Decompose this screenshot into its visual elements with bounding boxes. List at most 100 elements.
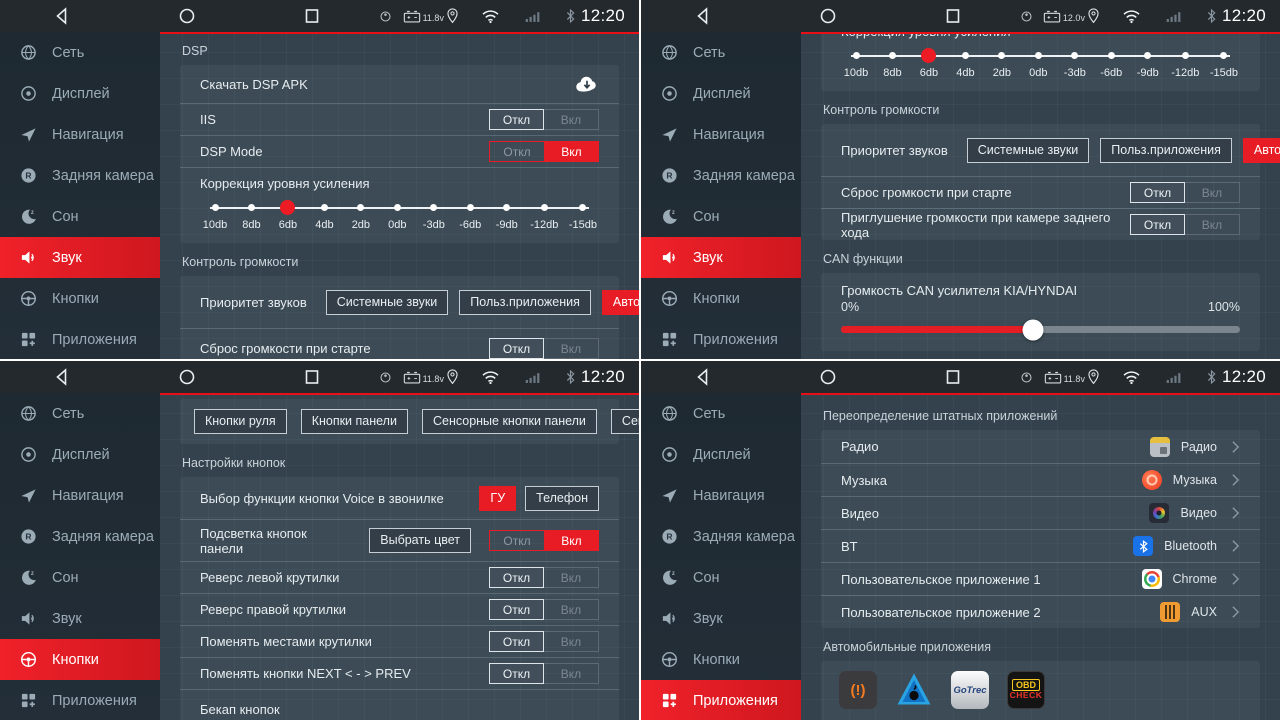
iis-toggle[interactable]: ОтклВкл bbox=[489, 109, 599, 130]
gain-slider-thumb[interactable]: 6db bbox=[916, 49, 942, 79]
sidebar-item-sound[interactable]: Звук bbox=[641, 237, 801, 278]
car-battery-icon bbox=[1044, 371, 1062, 384]
section-dsp: DSP bbox=[182, 44, 617, 58]
sidebar-item-buttons[interactable]: Кнопки bbox=[0, 278, 160, 319]
home-icon[interactable] bbox=[177, 367, 197, 387]
sidebar-item-buttons[interactable]: Кнопки bbox=[641, 639, 801, 680]
tab-steering-wheel-buttons[interactable]: Кнопки руля bbox=[194, 409, 287, 434]
tab-touch-panel-buttons[interactable]: Сенсорные кнопки панели bbox=[422, 409, 597, 434]
gain-slider[interactable]: 10db 8db 6db 4db 2db 0db -3db -6db -9db … bbox=[202, 201, 597, 231]
location-icon bbox=[446, 8, 459, 24]
sidebar-item-navigation[interactable]: Навигация bbox=[0, 114, 160, 155]
sidebar-item-sleep[interactable]: Сон bbox=[0, 557, 160, 598]
can-volume-thumb[interactable] bbox=[1022, 319, 1043, 340]
sidebar-item-apps[interactable]: Приложения bbox=[0, 319, 160, 359]
bt-app-row[interactable]: BT Bluetooth bbox=[821, 529, 1260, 562]
sidebar-item-display[interactable]: Дисплей bbox=[0, 434, 160, 475]
user-app-2-row[interactable]: Пользовательское приложение 2 AUX bbox=[821, 595, 1260, 628]
priority-system-sounds-button[interactable]: Системные звуки bbox=[326, 290, 449, 315]
dsp-mode-toggle[interactable]: ОтклВкл bbox=[489, 141, 599, 162]
download-icon[interactable] bbox=[575, 76, 599, 93]
priority-system-sounds-button[interactable]: Системные звуки bbox=[967, 138, 1090, 163]
sidebar-item-network[interactable]: Сеть bbox=[0, 393, 160, 434]
sidebar-item-buttons[interactable]: Кнопки bbox=[641, 278, 801, 319]
recents-icon[interactable] bbox=[943, 6, 963, 26]
sidebar-item-network[interactable]: Сеть bbox=[0, 32, 160, 73]
screen-buttons-settings: 11.8v 12:20 Сеть Дисплей Навигация Задня… bbox=[0, 361, 639, 720]
gotrec-app-icon[interactable]: GoTrec bbox=[951, 671, 989, 709]
sidebar-item-display[interactable]: Дисплей bbox=[641, 434, 801, 475]
music-app-row[interactable]: Музыка Музыка bbox=[821, 463, 1260, 496]
app-disc-icon[interactable] bbox=[378, 9, 393, 24]
priority-user-apps-button[interactable]: Польз.приложения bbox=[459, 290, 591, 315]
chevron-right-icon bbox=[1231, 506, 1240, 520]
sidebar-item-rear-camera[interactable]: Задняя камера bbox=[0, 155, 160, 196]
gain-slider-thumb[interactable]: 6db bbox=[275, 201, 301, 231]
mute-on-rear-camera-toggle[interactable]: ОтклВкл bbox=[1130, 214, 1240, 235]
app-disc-icon[interactable] bbox=[1019, 370, 1034, 385]
sidebar-item-sleep[interactable]: Сон bbox=[0, 196, 160, 237]
sidebar-item-apps[interactable]: Приложения bbox=[641, 319, 801, 359]
tab-panel-buttons[interactable]: Кнопки панели bbox=[301, 409, 408, 434]
display-icon bbox=[20, 85, 37, 102]
gain-slider[interactable]: 10db 8db 6db 4db 2db 0db -3db -6db -9db … bbox=[843, 49, 1238, 79]
swap-knobs-toggle[interactable]: ОтклВкл bbox=[489, 631, 599, 652]
volume-reset-toggle[interactable]: ОтклВкл bbox=[489, 338, 599, 359]
obd-check-app-icon[interactable]: OBD CHECK bbox=[1007, 671, 1045, 709]
sidebar-item-sleep[interactable]: Сон bbox=[641, 196, 801, 237]
sidebar-item-apps[interactable]: Приложения bbox=[0, 680, 160, 720]
sidebar-item-sound[interactable]: Звук bbox=[0, 237, 160, 278]
sidebar-item-rear-camera[interactable]: Задняя камера bbox=[641, 155, 801, 196]
back-icon[interactable] bbox=[693, 367, 713, 387]
back-icon[interactable] bbox=[52, 367, 72, 387]
autokit-app-icon[interactable] bbox=[895, 671, 933, 709]
sidebar-item-rear-camera[interactable]: Задняя камера bbox=[0, 516, 160, 557]
sidebar-item-buttons[interactable]: Кнопки bbox=[0, 639, 160, 680]
sidebar-item-sleep[interactable]: Сон bbox=[641, 557, 801, 598]
left-knob-reverse-toggle[interactable]: ОтклВкл bbox=[489, 567, 599, 588]
sidebar-item-navigation[interactable]: Навигация bbox=[641, 114, 801, 155]
download-dsp-row[interactable]: Скачать DSP APK bbox=[180, 65, 619, 103]
sidebar-item-apps[interactable]: Приложения bbox=[641, 680, 801, 720]
voice-phone-button[interactable]: Телефон bbox=[525, 486, 599, 511]
sidebar-item-rear-camera[interactable]: Задняя камера bbox=[641, 516, 801, 557]
apps-icon bbox=[661, 331, 678, 348]
home-icon[interactable] bbox=[818, 367, 838, 387]
sidebar-item-sound[interactable]: Звук bbox=[641, 598, 801, 639]
tpms-app-icon[interactable]: (!) bbox=[839, 671, 877, 709]
recents-icon[interactable] bbox=[302, 6, 322, 26]
buttons-backup-row[interactable]: Бекап кнопок bbox=[180, 689, 619, 720]
radio-app-row[interactable]: Радио Радио bbox=[821, 430, 1260, 463]
can-volume-slider[interactable] bbox=[841, 326, 1240, 333]
panel-backlight-toggle[interactable]: ОтклВкл bbox=[489, 530, 599, 551]
sidebar: Сеть Дисплей Навигация Задняя камера Сон… bbox=[0, 32, 160, 359]
sidebar-item-display[interactable]: Дисплей bbox=[0, 73, 160, 114]
priority-auto-mode-button[interactable]: Авторежим bbox=[602, 290, 639, 315]
voice-head-unit-button[interactable]: ГУ bbox=[479, 486, 516, 511]
back-icon[interactable] bbox=[693, 6, 713, 26]
back-icon[interactable] bbox=[52, 6, 72, 26]
recents-icon[interactable] bbox=[302, 367, 322, 387]
tab-tv-sensor[interactable]: Сенсор ТВ (IO) bbox=[611, 409, 639, 434]
priority-auto-mode-button[interactable]: Авторежим bbox=[1243, 138, 1280, 163]
choose-color-button[interactable]: Выбрать цвет bbox=[369, 528, 471, 553]
section-button-settings: Настройки кнопок bbox=[182, 456, 617, 470]
sidebar-item-display[interactable]: Дисплей bbox=[641, 73, 801, 114]
app-disc-icon[interactable] bbox=[1019, 9, 1034, 24]
sidebar-item-network[interactable]: Сеть bbox=[641, 393, 801, 434]
home-icon[interactable] bbox=[177, 6, 197, 26]
sidebar-item-network[interactable]: Сеть bbox=[641, 32, 801, 73]
priority-user-apps-button[interactable]: Польз.приложения bbox=[1100, 138, 1232, 163]
video-app-row[interactable]: Видео Видео bbox=[821, 496, 1260, 529]
sidebar-item-navigation[interactable]: Навигация bbox=[0, 475, 160, 516]
right-knob-reverse-toggle[interactable]: ОтклВкл bbox=[489, 599, 599, 620]
swap-next-prev-toggle[interactable]: ОтклВкл bbox=[489, 663, 599, 684]
sidebar-item-navigation[interactable]: Навигация bbox=[641, 475, 801, 516]
sidebar-item-sound[interactable]: Звук bbox=[0, 598, 160, 639]
globe-icon bbox=[20, 44, 37, 61]
volume-reset-toggle[interactable]: ОтклВкл bbox=[1130, 182, 1240, 203]
recents-icon[interactable] bbox=[943, 367, 963, 387]
user-app-1-row[interactable]: Пользовательское приложение 1 Chrome bbox=[821, 562, 1260, 595]
home-icon[interactable] bbox=[818, 6, 838, 26]
app-disc-icon[interactable] bbox=[378, 370, 393, 385]
